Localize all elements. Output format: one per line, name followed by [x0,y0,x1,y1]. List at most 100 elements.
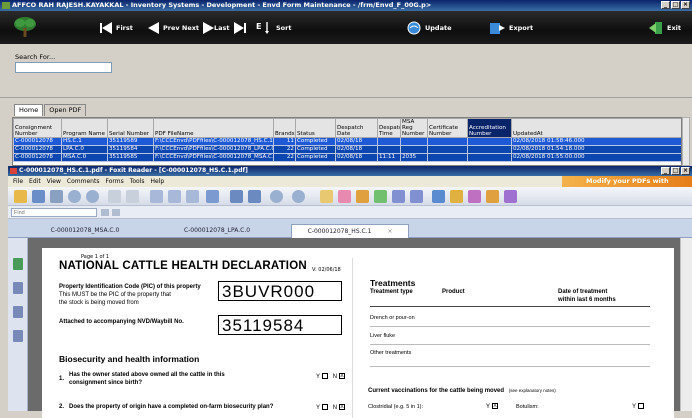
select-text-icon[interactable] [150,190,163,203]
menu-view[interactable]: View [47,176,61,187]
reader-minimize-button[interactable]: _ [661,167,670,175]
q1-no-checkbox[interactable]: X [339,373,346,380]
tree-logo-icon [14,17,36,37]
col-consignment[interactable]: Consignment Number [13,118,62,138]
menu-forms[interactable]: Forms [105,176,123,187]
menu-file[interactable]: File [13,176,23,187]
pic-label: Property Identification Code (PIC) of th… [59,284,201,290]
edit-icon[interactable] [468,190,481,203]
form-version: V: 02/06/18 [312,267,341,273]
menu-help[interactable]: Help [150,176,164,187]
find-next-icon[interactable] [112,209,120,216]
tab-home[interactable]: Home [14,104,44,116]
treatment-row-other: Other treatments [370,350,412,356]
menu-comments[interactable]: Comments [67,176,100,187]
exit-icon [649,22,662,34]
zoom-in-icon[interactable] [292,190,305,203]
col-serial[interactable]: Serial Number [107,118,154,138]
tab-open-pdf[interactable]: Open PDF [44,104,87,116]
col-despatch-date[interactable]: Despatch Date [335,118,378,138]
last-button[interactable]: Last [214,18,246,38]
table-row[interactable]: C-000012078 MSA.C.0 35119585 F:\CCCEnvd\PDF… [13,153,681,162]
menu-edit[interactable]: Edit [29,176,41,187]
q1-yes-checkbox[interactable] [322,373,329,380]
col-updated-at[interactable]: UpdatedAt [511,118,681,138]
col-accreditation[interactable]: Accreditation Number [467,118,512,138]
clostridial-yes-checkbox[interactable]: X [492,403,499,410]
question-2: Does the property of origin have a compl… [69,404,274,410]
question-1: Has the owner stated above owned all the… [69,372,225,378]
consignment-grid: Consignment Number Program Name Serial N… [12,117,682,166]
save-icon[interactable] [32,190,45,203]
reader-menu-bar: File Edit View Comments Forms Tools Help… [8,176,692,196]
col-brands[interactable]: Brands [273,118,296,138]
find-input[interactable] [11,208,97,217]
col-pdf-filename[interactable]: PDF FileName [153,118,274,138]
phantom-promo-banner[interactable]: Modify your PDFs with Phantom [562,176,692,196]
forward-icon[interactable] [86,190,99,203]
bookmarks-icon[interactable] [13,258,23,270]
first-arrow-icon [100,22,112,34]
nav-left-icon[interactable] [108,190,121,203]
pdf-vertical-scrollbar[interactable] [680,238,692,411]
export-button[interactable]: Export [489,18,533,38]
fit-width-icon[interactable] [248,190,261,203]
hand-tool-icon[interactable] [320,190,333,203]
doc-tab-hs[interactable]: C-000012078_HS.C.1 × [291,224,409,238]
layers-icon[interactable] [13,306,23,318]
close-button[interactable]: × [681,1,690,9]
biosecurity-heading: Biosecurity and health information [59,354,200,364]
reader-toolbar [8,187,692,206]
reader-maximize-button[interactable]: □ [671,167,680,175]
pages-icon[interactable] [13,282,23,294]
zoom-icon[interactable] [206,190,219,203]
reader-close-button[interactable]: × [681,167,690,175]
col-msa-reg[interactable]: MSA Reg Number [400,118,428,138]
find-prev-icon[interactable] [101,209,109,216]
menu-tools[interactable]: Tools [130,176,145,187]
zoom-out-icon[interactable] [270,190,283,203]
doc-tab-lpa[interactable]: C-000012078_LPA.C.0 [158,224,276,238]
nav-right-icon[interactable] [126,190,139,203]
pdf-viewport[interactable]: Page 1 of 1 NATIONAL CATTLE HEALTH DECLA… [28,238,680,418]
stamp-icon[interactable] [450,190,463,203]
comment-icon[interactable] [338,190,351,203]
doc-tab-msa[interactable]: C-000012078_MSA.C.0 [26,224,144,238]
print-icon[interactable] [50,190,63,203]
pencil-icon[interactable] [432,190,445,203]
q2-no-checkbox[interactable]: X [339,404,346,411]
note-icon[interactable] [486,190,499,203]
sort-button[interactable]: E Sort [256,18,291,38]
attachments-icon[interactable] [13,330,23,342]
typewriter-icon[interactable] [374,190,387,203]
image-icon[interactable] [410,190,423,203]
snapshot-icon[interactable] [168,190,181,203]
doc-tab-close-icon[interactable]: × [387,228,392,235]
hand-icon[interactable] [186,190,199,203]
table-row[interactable]: C-000012078 HS.C.1 35119589 F:\CCCEnvd\PDFf… [13,137,681,146]
q2-yes-checkbox[interactable] [322,404,329,411]
col-certificate[interactable]: Certificate Number [427,118,468,138]
col-status[interactable]: Status [295,118,336,138]
table-row[interactable]: C-000012078 LPA.C.0 35119584 F:\CCCEnvd\PDF… [13,145,681,154]
last-arrow-icon [233,22,246,34]
back-icon[interactable] [68,190,81,203]
fit-page-icon[interactable] [230,190,243,203]
sort-icon: E [256,22,269,34]
col-despatch-time[interactable]: Despatch Time [377,118,401,138]
minimize-button[interactable]: _ [661,1,670,9]
botulism-yes-checkbox[interactable] [638,403,645,410]
prev-next-button[interactable]: Prev Next [148,18,215,38]
open-folder-icon[interactable] [14,190,27,203]
maximize-button[interactable]: □ [671,1,680,9]
highlight-icon[interactable] [356,190,369,203]
first-button[interactable]: First [100,18,133,38]
search-input[interactable] [15,62,112,73]
exit-button[interactable]: Exit [649,18,681,38]
col-program[interactable]: Program Name [61,118,108,138]
update-button[interactable]: Update [407,18,452,38]
nvd-value: 35119584 [218,315,342,335]
grid-scrollbar[interactable] [682,117,690,166]
arrow-tool-icon[interactable] [504,190,517,203]
textbox-icon[interactable] [392,190,405,203]
